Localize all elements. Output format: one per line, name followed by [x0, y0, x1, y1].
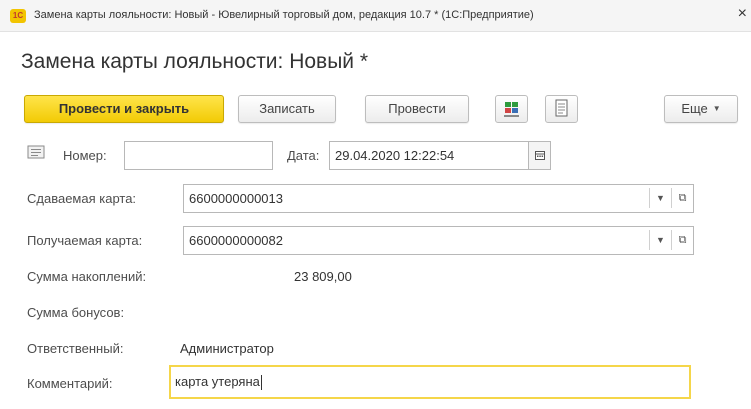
- post-label: Провести: [388, 101, 446, 116]
- date-field[interactable]: 29.04.2020 12:22:54: [329, 141, 529, 170]
- calendar-button[interactable]: [529, 141, 551, 170]
- text-cursor: [260, 375, 262, 391]
- comment-value: карта утеряна: [175, 374, 260, 389]
- received-card-field[interactable]: 6600000000082 ▼ ⧉: [183, 226, 694, 255]
- more-label: Еще: [681, 101, 708, 116]
- calendar-icon: [534, 151, 545, 161]
- document-icon: [27, 145, 45, 159]
- window-title: Замена карты лояльности: Новый - Ювелирн…: [34, 9, 534, 21]
- responsible-label: Ответственный:: [27, 341, 124, 356]
- debit-credit-button[interactable]: [495, 95, 528, 123]
- comment-label: Комментарий:: [27, 376, 113, 391]
- more-button[interactable]: Еще ▼: [664, 95, 738, 123]
- bonus-label: Сумма бонусов:: [27, 305, 125, 320]
- report-button[interactable]: [545, 95, 578, 123]
- report-icon: [555, 99, 568, 117]
- window-titlebar: 1С Замена карты лояльности: Новый - Ювел…: [0, 0, 751, 32]
- chevron-down-icon[interactable]: ▼: [649, 188, 671, 208]
- debit-credit-icon: [504, 102, 519, 117]
- date-label: Дата:: [287, 148, 320, 163]
- open-icon[interactable]: ⧉: [671, 230, 693, 250]
- save-button[interactable]: Записать: [238, 95, 336, 123]
- chevron-down-icon[interactable]: ▼: [649, 230, 671, 250]
- post-and-close-label: Провести и закрыть: [58, 101, 190, 116]
- number-field[interactable]: [124, 141, 273, 170]
- open-icon[interactable]: ⧉: [671, 188, 693, 208]
- close-icon[interactable]: ×: [738, 6, 747, 22]
- save-label: Записать: [259, 101, 315, 116]
- 1c-app-icon: 1С: [10, 9, 26, 23]
- post-button[interactable]: Провести: [365, 95, 469, 123]
- number-label: Номер:: [63, 148, 107, 163]
- given-card-field[interactable]: 6600000000013 ▼ ⧉: [183, 184, 694, 213]
- page-title: Замена карты лояльности: Новый *: [21, 50, 369, 73]
- given-card-value: 6600000000013: [189, 191, 283, 206]
- received-card-value: 6600000000082: [189, 233, 283, 248]
- responsible-value[interactable]: Администратор: [180, 341, 274, 356]
- post-and-close-button[interactable]: Провести и закрыть: [24, 95, 224, 123]
- received-card-label: Получаемая карта:: [27, 233, 143, 248]
- accumulation-label: Сумма накоплений:: [27, 269, 147, 284]
- accumulation-value: 23 809,00: [294, 269, 352, 284]
- chevron-down-icon: ▼: [712, 104, 721, 113]
- given-card-label: Сдаваемая карта:: [27, 191, 137, 206]
- comment-field[interactable]: карта утеряна: [169, 365, 691, 399]
